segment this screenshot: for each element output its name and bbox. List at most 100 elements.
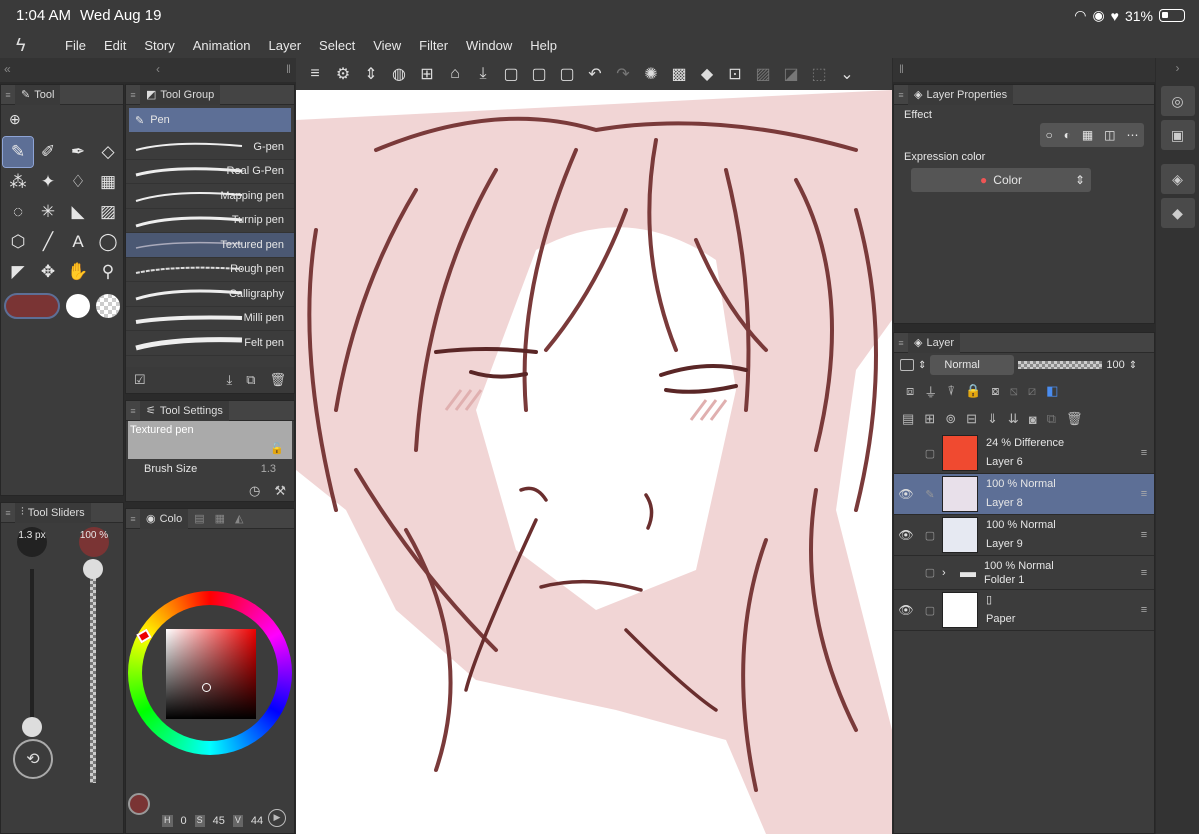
navigator-icon[interactable]: ◎	[1160, 86, 1195, 116]
export-psd-icon[interactable]: ▢	[554, 61, 580, 87]
sub-tool-settings-icon[interactable]: ☑	[134, 372, 146, 388]
tool-tab[interactable]: ✎ Tool	[15, 84, 61, 105]
chevron-right-icon[interactable]: ›	[942, 567, 960, 579]
new-file-icon[interactable]: ⊞	[414, 61, 440, 87]
collapse-left-icon[interactable]: «	[4, 62, 11, 76]
ruler-toggle-icon[interactable]: ⧄	[1028, 383, 1036, 399]
pen-group-tab[interactable]: ✎ Pen	[129, 108, 291, 132]
auto-select-tool-button[interactable]: ✳	[33, 197, 63, 227]
menu-animation[interactable]: Animation	[184, 38, 260, 53]
reference-icon[interactable]: ⏚	[924, 382, 937, 401]
merge-down-icon[interactable]: ⇊	[1008, 411, 1019, 427]
layer-mode-icon[interactable]	[900, 359, 914, 371]
line-tool-button[interactable]: ╱	[33, 227, 63, 257]
pen-edit-icon[interactable]: ✎	[918, 488, 942, 501]
tool-group-tab[interactable]: ◩ Tool Group	[140, 84, 221, 105]
folder-row[interactable]: ▢ › ▬ 100 % Normal Folder 1 ≡	[894, 556, 1154, 590]
ruler-tool-button[interactable]: ◤	[3, 257, 33, 287]
export-jpg-icon[interactable]: ▢	[498, 61, 524, 87]
save-icon[interactable]: ⤓	[470, 61, 496, 87]
lock-transparency-icon[interactable]: ⧇	[991, 383, 999, 399]
play-icon[interactable]: ▶	[268, 809, 286, 827]
decoration-tool-button[interactable]: ✦	[33, 167, 63, 197]
delete-layer-icon[interactable]: 🗑	[1066, 411, 1083, 427]
saturation-value-square[interactable]	[166, 629, 256, 719]
new-folder-icon[interactable]: ⊟	[966, 411, 977, 427]
color-picker-cursor[interactable]	[202, 683, 211, 692]
fill-tool-button[interactable]: ◣	[63, 197, 93, 227]
hand-tool-button[interactable]: ✋	[63, 257, 93, 287]
layer-menu-icon[interactable]: ≡	[1134, 604, 1154, 616]
layer-tab[interactable]: ◈ Layer	[908, 332, 960, 353]
collapse-group-icon[interactable]: ‹	[156, 62, 160, 76]
new-raster-layer-icon[interactable]: ⊞	[924, 411, 935, 427]
layer-menu-icon[interactable]: ≡	[1134, 488, 1154, 500]
lasso-tool-button[interactable]: ◌	[3, 197, 33, 227]
menu-file[interactable]: File	[56, 38, 95, 53]
wrench-icon[interactable]: ⚒	[274, 483, 286, 499]
brush-size-slider[interactable]	[30, 569, 34, 729]
text-tool-button[interactable]: A	[63, 227, 93, 257]
drawing-canvas[interactable]	[296, 90, 892, 834]
stepper-icon[interactable]: ⇕	[918, 360, 926, 371]
open-folder-icon[interactable]: ⌂	[442, 61, 468, 87]
loading-icon[interactable]: ✺	[638, 61, 664, 87]
undo-icon[interactable]: ↶	[582, 61, 608, 87]
menu-icon[interactable]: ≡	[302, 61, 328, 87]
brush-tool-button[interactable]: ✒	[63, 137, 93, 167]
tool-sliders-tab[interactable]: ⫶ Tool Sliders	[15, 502, 91, 523]
import-icon[interactable]: ⤓	[226, 372, 232, 388]
menu-layer[interactable]: Layer	[260, 38, 311, 53]
brush-item[interactable]: Calligraphy	[126, 282, 294, 307]
grip-icon[interactable]: ≡	[126, 514, 140, 524]
pen-tool-button[interactable]: ✎	[2, 136, 34, 168]
menu-help[interactable]: Help	[521, 38, 566, 53]
main-color-indicator[interactable]	[128, 793, 150, 815]
intermediate-color-tab-icon[interactable]: ▦	[215, 512, 225, 525]
tool-settings-tab[interactable]: ⚟ Tool Settings	[140, 400, 229, 421]
duplicate-icon[interactable]: ⧉	[246, 372, 255, 388]
pencil-tool-button[interactable]: ✐	[33, 137, 63, 167]
chevron-down-icon[interactable]: ⌄	[834, 61, 860, 87]
menu-window[interactable]: Window	[457, 38, 521, 53]
layer-properties-strip-icon[interactable]: ◈	[1160, 164, 1195, 194]
deselect-icon[interactable]: ▨	[750, 61, 776, 87]
create-mask-icon[interactable]: ◙	[1029, 412, 1037, 427]
eye-icon[interactable]: 👁	[894, 528, 918, 542]
grid-tool-button[interactable]: ▦	[93, 167, 123, 197]
brush-item[interactable]: Real G-Pen	[126, 160, 294, 184]
brush-item[interactable]: Turnip pen	[126, 209, 294, 233]
blend-tool-button[interactable]: ♢	[63, 167, 93, 197]
airbrush-tool-button[interactable]: ⁂	[3, 167, 33, 197]
hue-ring[interactable]	[128, 591, 292, 755]
layer-row-selected[interactable]: 👁 ✎ 100 % Normal Layer 8 ≡	[894, 474, 1154, 515]
lock-icon[interactable]: 🔒	[965, 383, 981, 399]
grip-icon[interactable]: ≡	[126, 90, 140, 100]
menu-filter[interactable]: Filter	[410, 38, 457, 53]
export-png-icon[interactable]: ▢	[526, 61, 552, 87]
grip-icon[interactable]: ≡	[126, 406, 140, 416]
opacity-slider[interactable]	[90, 569, 96, 783]
grip-icon[interactable]: ‖	[899, 62, 904, 76]
brush-item[interactable]: Milli pen	[126, 307, 294, 331]
modify-icon[interactable]: ⚙	[330, 61, 356, 87]
tone-effect-icon[interactable]: ▦	[1082, 128, 1093, 142]
layer-color-toggle-icon[interactable]: ◧	[1046, 383, 1058, 399]
collapse-right-icon[interactable]: ›	[1156, 58, 1199, 82]
layer-menu-icon[interactable]: ≡	[1134, 447, 1154, 459]
edit-lock-toggle[interactable]: ▢	[918, 604, 942, 617]
move-tool-button[interactable]: ✥	[33, 257, 63, 287]
brush-size-row[interactable]: Brush Size 1.3	[126, 459, 294, 479]
menu-select[interactable]: Select	[310, 38, 364, 53]
watercolor-edge-icon[interactable]: ◐	[1064, 128, 1071, 142]
brush-item[interactable]: Rough pen	[126, 258, 294, 282]
transparent-swatch[interactable]	[96, 294, 120, 318]
layer-menu-icon[interactable]: ≡	[1134, 567, 1154, 579]
layer-row[interactable]: 👁 ▢ 100 % Normal Layer 9 ≡	[894, 515, 1154, 556]
layer-properties-tab[interactable]: ◈ Layer Properties	[908, 84, 1014, 105]
new-vector-layer-icon[interactable]: ⊚	[945, 411, 956, 427]
menu-story[interactable]: Story	[135, 38, 183, 53]
balloon-tool-button[interactable]: ◯	[93, 227, 123, 257]
color-swatch-indicator[interactable]	[126, 791, 156, 821]
main-color-swatch[interactable]	[4, 293, 60, 319]
